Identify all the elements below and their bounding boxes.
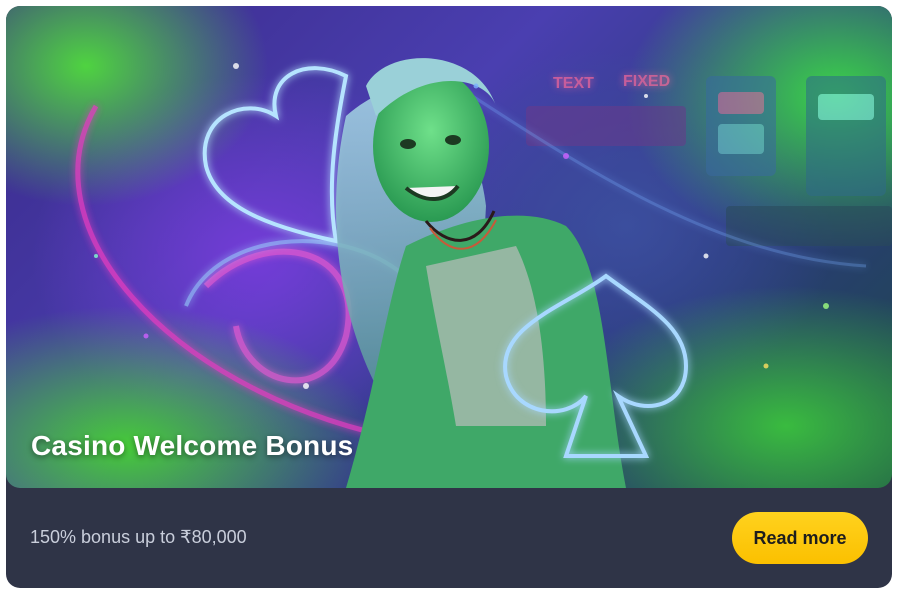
banner-image[interactable]: TEXT FIXED Casino Welcome Bonus <box>6 6 892 488</box>
banner-illustration: TEXT FIXED <box>75 58 892 488</box>
neon-sign-1: TEXT <box>553 75 594 92</box>
casino-background <box>526 76 892 246</box>
banner-title: Casino Welcome Bonus <box>31 430 354 461</box>
neon-heart-icon <box>202 66 349 244</box>
bonus-card[interactable]: TEXT FIXED Casino Welcome Bonus 150% bon… <box>6 6 892 588</box>
bonus-description: 150% bonus up to ₹80,000 <box>30 527 247 547</box>
read-more-button[interactable]: Read more <box>732 512 868 564</box>
neon-sign-2: FIXED <box>623 73 670 90</box>
